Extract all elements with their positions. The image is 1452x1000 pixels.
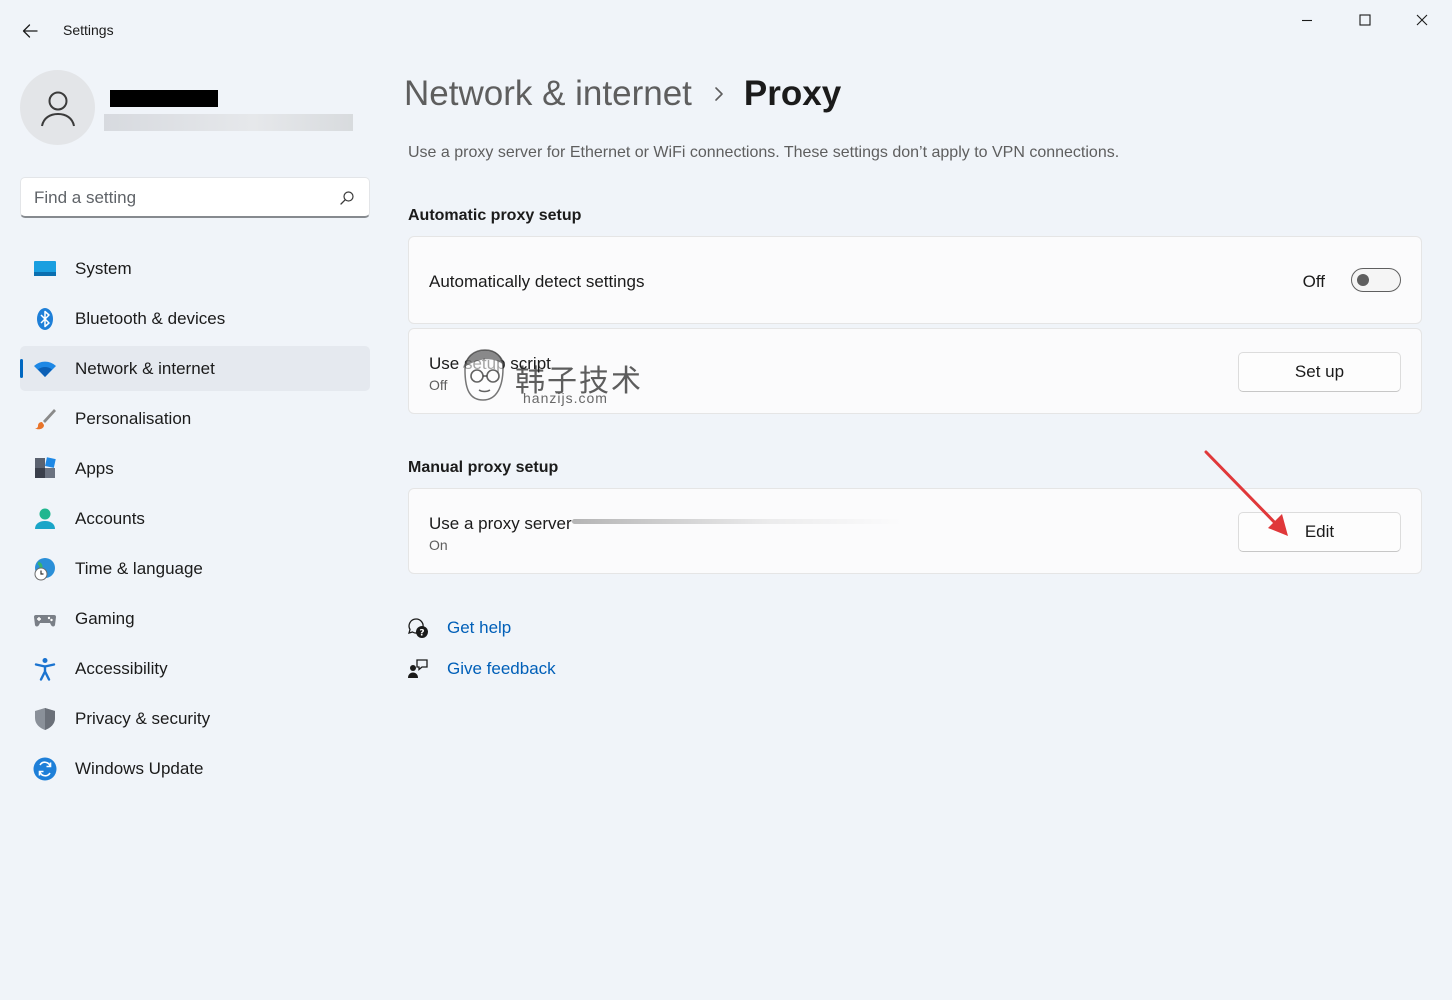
edit-button[interactable]: Edit [1238, 512, 1401, 552]
give-feedback-link[interactable]: Give feedback [406, 657, 556, 681]
nav-item-time-language[interactable]: Time & language [20, 546, 370, 591]
nav-item-gaming[interactable]: Gaming [20, 596, 370, 641]
help-chat-icon: ? [406, 616, 430, 640]
nav-label: Bluetooth & devices [75, 309, 226, 328]
breadcrumb: Network & internet Proxy [404, 74, 841, 114]
get-help-text[interactable]: Get help [447, 618, 511, 638]
system-icon [33, 257, 57, 281]
setup-script-label: Use setup script [429, 354, 551, 373]
back-arrow-icon [22, 24, 38, 38]
auto-detect-state: Off [1302, 272, 1325, 291]
section-title-automatic: Automatic proxy setup [408, 207, 582, 224]
app-title: Settings [63, 22, 114, 38]
auto-detect-toggle[interactable] [1351, 268, 1401, 292]
nav-item-system[interactable]: System [20, 246, 370, 291]
bluetooth-icon [33, 307, 57, 331]
nav-label: Network & internet [75, 359, 215, 378]
nav-label: Accounts [75, 509, 145, 528]
breadcrumb-parent[interactable]: Network & internet [404, 74, 692, 114]
get-help-link[interactable]: ? Get help [406, 616, 511, 640]
toggle-knob [1357, 274, 1369, 286]
nav-label: Time & language [75, 559, 203, 578]
user-icon [40, 91, 75, 126]
close-button[interactable] [1399, 6, 1445, 34]
nav-item-network[interactable]: Network & internet [20, 346, 370, 391]
nav-item-accounts[interactable]: Accounts [20, 496, 370, 541]
user-email-redacted [104, 114, 353, 131]
main-content: Network & internet Proxy Use a proxy ser… [390, 48, 1452, 1000]
nav-label: Accessibility [75, 659, 168, 678]
card-auto-detect: Automatically detect settings Off [408, 236, 1422, 324]
section-title-manual: Manual proxy setup [408, 459, 559, 476]
page-description: Use a proxy server for Ethernet or WiFi … [408, 144, 1120, 161]
proxy-server-status: On [429, 537, 448, 553]
nav-item-apps[interactable]: Apps [20, 446, 370, 491]
minimize-icon [1302, 19, 1312, 22]
maximize-button[interactable] [1342, 6, 1388, 34]
nav-label: Personalisation [75, 409, 192, 428]
update-icon [33, 757, 57, 781]
give-feedback-text[interactable]: Give feedback [447, 659, 556, 679]
avatar[interactable] [20, 70, 95, 145]
auto-detect-label: Automatically detect settings [429, 272, 645, 291]
gamepad-icon [33, 607, 57, 631]
card-proxy-server: Use a proxy server On Edit [408, 488, 1422, 574]
svg-text:?: ? [419, 629, 424, 639]
search-input[interactable] [34, 187, 324, 209]
back-button[interactable] [14, 16, 46, 46]
nav-label: Windows Update [75, 759, 204, 778]
nav-item-accessibility[interactable]: Accessibility [20, 646, 370, 691]
card-setup-script: Use setup script Off Set up [408, 328, 1422, 414]
apps-icon [33, 457, 57, 481]
nav-item-bluetooth[interactable]: Bluetooth & devices [20, 296, 370, 341]
sidebar: System Bluetooth & devices Network & int… [0, 48, 390, 1000]
nav-label: Gaming [75, 609, 135, 628]
maximize-icon [1359, 14, 1371, 26]
nav-item-windows-update[interactable]: Windows Update [20, 746, 370, 791]
minimize-button[interactable] [1284, 6, 1330, 34]
chevron-right-icon [714, 86, 724, 102]
accounts-icon [33, 507, 57, 531]
nav-label: System [75, 259, 132, 278]
shield-icon [33, 707, 57, 731]
paintbrush-icon [33, 407, 57, 431]
search-box[interactable] [20, 177, 370, 218]
title-bar: Settings [0, 0, 1452, 48]
accessibility-icon [33, 657, 57, 681]
user-name-redacted [110, 90, 218, 107]
page-title: Proxy [743, 74, 842, 113]
globe-clock-icon [33, 557, 57, 581]
nav-item-personalisation[interactable]: Personalisation [20, 396, 370, 441]
nav-label: Privacy & security [75, 709, 211, 728]
setup-button[interactable]: Set up [1238, 352, 1401, 392]
setup-script-status: Off [429, 377, 448, 393]
wifi-icon [33, 357, 57, 381]
proxy-server-label: Use a proxy server [429, 514, 572, 533]
nav-label: Apps [75, 459, 114, 478]
feedback-icon [406, 657, 430, 681]
redaction-streak [572, 519, 902, 524]
search-icon[interactable] [339, 190, 355, 206]
nav-item-privacy-security[interactable]: Privacy & security [20, 696, 370, 741]
nav-list: System Bluetooth & devices Network & int… [20, 246, 370, 796]
close-icon [1416, 14, 1428, 26]
